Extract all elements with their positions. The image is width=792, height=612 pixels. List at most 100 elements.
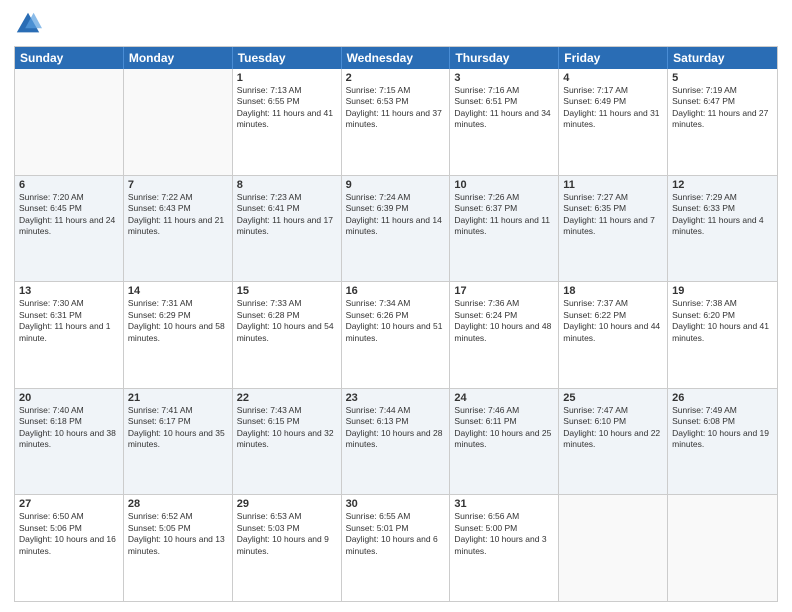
calendar-week-row: 1Sunrise: 7:13 AM Sunset: 6:55 PM Daylig… <box>15 69 777 175</box>
day-number: 13 <box>19 285 119 297</box>
day-number: 11 <box>563 179 663 191</box>
cell-details: Sunrise: 7:20 AM Sunset: 6:45 PM Dayligh… <box>19 192 119 238</box>
day-number: 15 <box>237 285 337 297</box>
day-number: 27 <box>19 498 119 510</box>
cell-details: Sunrise: 7:43 AM Sunset: 6:15 PM Dayligh… <box>237 405 337 451</box>
day-number: 8 <box>237 179 337 191</box>
day-number: 22 <box>237 392 337 404</box>
day-number: 16 <box>346 285 446 297</box>
calendar-cell: 22Sunrise: 7:43 AM Sunset: 6:15 PM Dayli… <box>233 389 342 495</box>
calendar-header-cell: Monday <box>124 47 233 69</box>
calendar-cell: 19Sunrise: 7:38 AM Sunset: 6:20 PM Dayli… <box>668 282 777 388</box>
cell-details: Sunrise: 7:27 AM Sunset: 6:35 PM Dayligh… <box>563 192 663 238</box>
calendar-cell: 12Sunrise: 7:29 AM Sunset: 6:33 PM Dayli… <box>668 176 777 282</box>
calendar-cell: 13Sunrise: 7:30 AM Sunset: 6:31 PM Dayli… <box>15 282 124 388</box>
calendar-cell: 15Sunrise: 7:33 AM Sunset: 6:28 PM Dayli… <box>233 282 342 388</box>
cell-details: Sunrise: 7:24 AM Sunset: 6:39 PM Dayligh… <box>346 192 446 238</box>
day-number: 4 <box>563 72 663 84</box>
cell-details: Sunrise: 7:33 AM Sunset: 6:28 PM Dayligh… <box>237 298 337 344</box>
calendar-cell: 30Sunrise: 6:55 AM Sunset: 5:01 PM Dayli… <box>342 495 451 601</box>
calendar-cell: 10Sunrise: 7:26 AM Sunset: 6:37 PM Dayli… <box>450 176 559 282</box>
calendar-cell: 18Sunrise: 7:37 AM Sunset: 6:22 PM Dayli… <box>559 282 668 388</box>
calendar-header-cell: Thursday <box>450 47 559 69</box>
calendar-week-row: 20Sunrise: 7:40 AM Sunset: 6:18 PM Dayli… <box>15 388 777 495</box>
cell-details: Sunrise: 7:44 AM Sunset: 6:13 PM Dayligh… <box>346 405 446 451</box>
calendar-cell: 7Sunrise: 7:22 AM Sunset: 6:43 PM Daylig… <box>124 176 233 282</box>
calendar-cell: 28Sunrise: 6:52 AM Sunset: 5:05 PM Dayli… <box>124 495 233 601</box>
page: SundayMondayTuesdayWednesdayThursdayFrid… <box>0 0 792 612</box>
calendar-week-row: 6Sunrise: 7:20 AM Sunset: 6:45 PM Daylig… <box>15 175 777 282</box>
day-number: 6 <box>19 179 119 191</box>
day-number: 19 <box>672 285 773 297</box>
cell-details: Sunrise: 6:50 AM Sunset: 5:06 PM Dayligh… <box>19 511 119 557</box>
cell-details: Sunrise: 7:41 AM Sunset: 6:17 PM Dayligh… <box>128 405 228 451</box>
calendar-header-cell: Tuesday <box>233 47 342 69</box>
cell-details: Sunrise: 7:13 AM Sunset: 6:55 PM Dayligh… <box>237 85 337 131</box>
calendar-cell: 3Sunrise: 7:16 AM Sunset: 6:51 PM Daylig… <box>450 69 559 175</box>
cell-details: Sunrise: 7:37 AM Sunset: 6:22 PM Dayligh… <box>563 298 663 344</box>
logo <box>14 10 46 38</box>
day-number: 21 <box>128 392 228 404</box>
calendar-header-cell: Saturday <box>668 47 777 69</box>
calendar-cell: 23Sunrise: 7:44 AM Sunset: 6:13 PM Dayli… <box>342 389 451 495</box>
cell-details: Sunrise: 7:19 AM Sunset: 6:47 PM Dayligh… <box>672 85 773 131</box>
cell-details: Sunrise: 7:36 AM Sunset: 6:24 PM Dayligh… <box>454 298 554 344</box>
calendar-cell <box>124 69 233 175</box>
cell-details: Sunrise: 7:34 AM Sunset: 6:26 PM Dayligh… <box>346 298 446 344</box>
day-number: 20 <box>19 392 119 404</box>
calendar-cell <box>559 495 668 601</box>
cell-details: Sunrise: 7:29 AM Sunset: 6:33 PM Dayligh… <box>672 192 773 238</box>
calendar-cell: 21Sunrise: 7:41 AM Sunset: 6:17 PM Dayli… <box>124 389 233 495</box>
cell-details: Sunrise: 7:49 AM Sunset: 6:08 PM Dayligh… <box>672 405 773 451</box>
calendar: SundayMondayTuesdayWednesdayThursdayFrid… <box>14 46 778 602</box>
cell-details: Sunrise: 6:55 AM Sunset: 5:01 PM Dayligh… <box>346 511 446 557</box>
calendar-header-cell: Wednesday <box>342 47 451 69</box>
calendar-cell: 11Sunrise: 7:27 AM Sunset: 6:35 PM Dayli… <box>559 176 668 282</box>
calendar-header-cell: Sunday <box>15 47 124 69</box>
calendar-cell: 4Sunrise: 7:17 AM Sunset: 6:49 PM Daylig… <box>559 69 668 175</box>
calendar-cell <box>15 69 124 175</box>
header <box>14 10 778 38</box>
day-number: 24 <box>454 392 554 404</box>
calendar-cell: 6Sunrise: 7:20 AM Sunset: 6:45 PM Daylig… <box>15 176 124 282</box>
day-number: 7 <box>128 179 228 191</box>
cell-details: Sunrise: 7:47 AM Sunset: 6:10 PM Dayligh… <box>563 405 663 451</box>
cell-details: Sunrise: 7:46 AM Sunset: 6:11 PM Dayligh… <box>454 405 554 451</box>
day-number: 29 <box>237 498 337 510</box>
cell-details: Sunrise: 7:15 AM Sunset: 6:53 PM Dayligh… <box>346 85 446 131</box>
day-number: 18 <box>563 285 663 297</box>
day-number: 2 <box>346 72 446 84</box>
cell-details: Sunrise: 7:16 AM Sunset: 6:51 PM Dayligh… <box>454 85 554 131</box>
calendar-cell: 1Sunrise: 7:13 AM Sunset: 6:55 PM Daylig… <box>233 69 342 175</box>
cell-details: Sunrise: 7:22 AM Sunset: 6:43 PM Dayligh… <box>128 192 228 238</box>
cell-details: Sunrise: 6:56 AM Sunset: 5:00 PM Dayligh… <box>454 511 554 557</box>
calendar-cell: 8Sunrise: 7:23 AM Sunset: 6:41 PM Daylig… <box>233 176 342 282</box>
calendar-cell: 24Sunrise: 7:46 AM Sunset: 6:11 PM Dayli… <box>450 389 559 495</box>
cell-details: Sunrise: 7:30 AM Sunset: 6:31 PM Dayligh… <box>19 298 119 344</box>
day-number: 30 <box>346 498 446 510</box>
calendar-cell: 29Sunrise: 6:53 AM Sunset: 5:03 PM Dayli… <box>233 495 342 601</box>
calendar-body: 1Sunrise: 7:13 AM Sunset: 6:55 PM Daylig… <box>15 69 777 601</box>
calendar-cell: 25Sunrise: 7:47 AM Sunset: 6:10 PM Dayli… <box>559 389 668 495</box>
calendar-week-row: 27Sunrise: 6:50 AM Sunset: 5:06 PM Dayli… <box>15 494 777 601</box>
cell-details: Sunrise: 7:31 AM Sunset: 6:29 PM Dayligh… <box>128 298 228 344</box>
calendar-cell: 27Sunrise: 6:50 AM Sunset: 5:06 PM Dayli… <box>15 495 124 601</box>
cell-details: Sunrise: 6:53 AM Sunset: 5:03 PM Dayligh… <box>237 511 337 557</box>
calendar-cell <box>668 495 777 601</box>
day-number: 31 <box>454 498 554 510</box>
calendar-header-cell: Friday <box>559 47 668 69</box>
day-number: 12 <box>672 179 773 191</box>
cell-details: Sunrise: 7:17 AM Sunset: 6:49 PM Dayligh… <box>563 85 663 131</box>
day-number: 17 <box>454 285 554 297</box>
day-number: 3 <box>454 72 554 84</box>
logo-icon <box>14 10 42 38</box>
calendar-week-row: 13Sunrise: 7:30 AM Sunset: 6:31 PM Dayli… <box>15 281 777 388</box>
calendar-cell: 17Sunrise: 7:36 AM Sunset: 6:24 PM Dayli… <box>450 282 559 388</box>
calendar-cell: 26Sunrise: 7:49 AM Sunset: 6:08 PM Dayli… <box>668 389 777 495</box>
day-number: 5 <box>672 72 773 84</box>
calendar-header-row: SundayMondayTuesdayWednesdayThursdayFrid… <box>15 47 777 69</box>
calendar-cell: 14Sunrise: 7:31 AM Sunset: 6:29 PM Dayli… <box>124 282 233 388</box>
day-number: 28 <box>128 498 228 510</box>
day-number: 23 <box>346 392 446 404</box>
calendar-cell: 9Sunrise: 7:24 AM Sunset: 6:39 PM Daylig… <box>342 176 451 282</box>
